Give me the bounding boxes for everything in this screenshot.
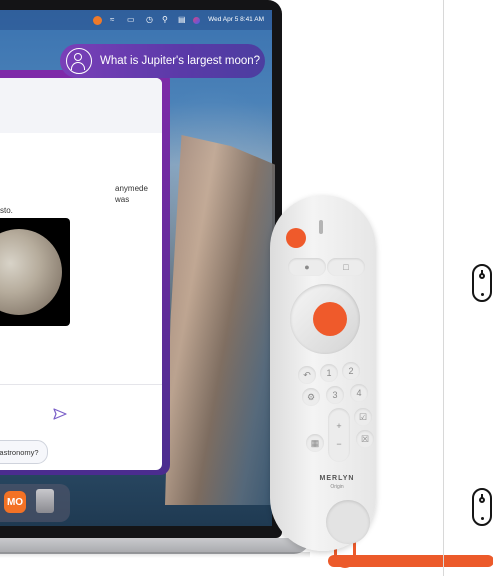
remote-bottom-button[interactable] [326,500,370,544]
remote-led [319,220,323,234]
send-icon[interactable] [53,408,67,420]
answer-text: anymede was sto. [0,183,160,216]
ganymede-moon-graphic [0,229,62,315]
answer-line: anymede was [115,184,148,204]
mic-icon: ● [304,262,310,272]
wallpaper-cliff [165,135,275,505]
remote-number-button[interactable]: 2 [342,362,360,380]
remote-number-button[interactable]: 3 [326,386,344,404]
clock-icon[interactable]: ◷ [146,15,153,24]
remote-power-button[interactable] [286,228,306,248]
menu-bar: ≈ ▭ ◷ ⚲ ▤ Wed Apr 5 8:41 AM [0,10,272,30]
moon-image [0,218,70,326]
query-text: What is Jupiter's largest moon? [100,55,261,67]
thumbs-down-icon: ☒ [360,433,370,444]
remote-number-button[interactable]: 1 [320,364,338,382]
volume-icon: + − [336,421,342,449]
laptop-shadow [0,552,310,558]
remote-mic-button[interactable]: ● [288,258,326,276]
thumbs-up-icon: ☑ [358,411,368,422]
siri-icon[interactable] [193,17,200,24]
user-icon [66,48,92,74]
remote-grid-button[interactable]: ▦ [306,434,324,452]
settings-icon: ⚙ [306,391,316,402]
divider-line [443,0,444,576]
remote-settings-button[interactable]: ⚙ [302,388,320,406]
remote-assistant-button[interactable]: □ [327,258,365,276]
remote-number-button[interactable]: 4 [350,384,368,402]
remote-strap [328,555,493,567]
remote-dislike-button[interactable]: ☒ [356,430,374,448]
remote-ok-button[interactable] [313,302,347,336]
battery-icon[interactable]: ▭ [127,15,135,24]
chat-icon: □ [343,262,349,272]
trash-icon[interactable] [36,489,54,513]
back-icon: ↶ [303,369,311,380]
remote-back-button[interactable]: ↶ [298,366,316,384]
menubar-clock[interactable]: Wed Apr 5 8:41 AM [208,16,264,23]
remote-like-button[interactable]: ☑ [354,408,372,426]
answer-line: sto. [0,206,13,215]
remote-volume-rocker[interactable]: + − [328,408,350,462]
suggestion-chip[interactable]: astronomy? [0,440,48,464]
record-indicator-icon[interactable] [93,16,102,25]
control-center-icon[interactable]: ▤ [178,15,186,24]
remote-sub-brand: Origin [330,484,344,490]
query-bubble: What is Jupiter's largest moon? [60,44,265,78]
mouse-icon [472,488,492,526]
grid-icon: ▦ [310,437,320,448]
wifi-icon[interactable]: ≈ [110,15,114,24]
panel-header [0,78,162,133]
input-divider [0,384,162,385]
mouse-icon [472,264,492,302]
assistant-panel: anymede was sto. astronomy? [0,78,162,470]
remote-brand: MERLYN [319,475,355,482]
search-icon[interactable]: ⚲ [162,15,168,24]
dock-app-icon[interactable]: MO [4,491,26,513]
